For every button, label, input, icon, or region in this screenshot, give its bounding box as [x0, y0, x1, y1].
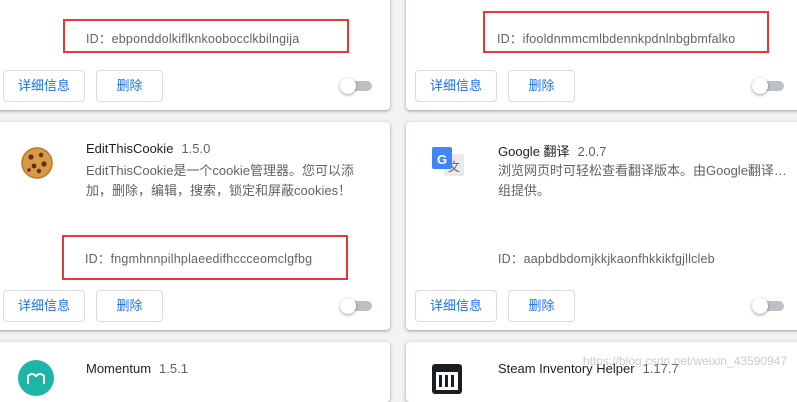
- extension-version: 1.5.1: [159, 361, 188, 376]
- momentum-icon: [18, 360, 54, 396]
- extension-card-momentum: Momentum 1.5.1: [0, 342, 390, 402]
- details-button[interactable]: 详细信息: [415, 290, 497, 322]
- remove-button[interactable]: 删除: [508, 70, 575, 102]
- extension-name: Momentum 1.5.1: [86, 361, 188, 376]
- extension-description: 浏览网页时可轻松查看翻译版本。由Google翻译… 组提供。: [498, 163, 787, 198]
- extension-version: 2.0.7: [577, 144, 607, 159]
- highlight-box: [62, 235, 348, 280]
- cookie-icon: [21, 147, 53, 179]
- enable-toggle[interactable]: [340, 298, 374, 314]
- highlight-box: [63, 19, 349, 53]
- watermark: https://blog.csdn.net/weixin_43590947: [582, 354, 787, 368]
- details-button[interactable]: 详细信息: [3, 290, 85, 322]
- extension-id: ID：aapbdbdomjkkjkaonfhkkikfgjllcleb: [498, 252, 715, 266]
- extension-description: EditThisCookie是一个cookie管理器。您可以添 加，删除，编辑，…: [86, 163, 355, 198]
- steam-inventory-helper-icon: [432, 364, 462, 394]
- enable-toggle[interactable]: [752, 298, 786, 314]
- svg-text:G: G: [437, 152, 447, 167]
- extension-name: EditThisCookie 1.5.0: [86, 141, 211, 156]
- extension-version: 1.5.0: [181, 141, 211, 156]
- extension-card-editthiscookie: EditThisCookie 1.5.0 EditThisCookie是一个coo…: [0, 122, 390, 330]
- extension-card-google-translate: 文 G Google 翻译 2.0.7 浏览网页时可轻松查看翻译版本。由Googl…: [406, 122, 797, 330]
- remove-button[interactable]: 删除: [96, 70, 163, 102]
- enable-toggle[interactable]: [340, 78, 374, 94]
- extension-card-top-left: ID：ebponddolkiflknkoobocclkbilngija 详细信息…: [0, 0, 390, 110]
- highlight-box: [483, 11, 769, 53]
- remove-button[interactable]: 删除: [96, 290, 163, 322]
- enable-toggle[interactable]: [752, 78, 786, 94]
- details-button[interactable]: 详细信息: [3, 70, 85, 102]
- remove-button[interactable]: 删除: [508, 290, 575, 322]
- details-button[interactable]: 详细信息: [415, 70, 497, 102]
- google-translate-icon: 文 G: [432, 147, 464, 176]
- extension-card-steam-inventory-helper: Steam Inventory Helper 1.17.7: [406, 342, 797, 402]
- extension-name: Google 翻译 2.0.7: [498, 144, 607, 159]
